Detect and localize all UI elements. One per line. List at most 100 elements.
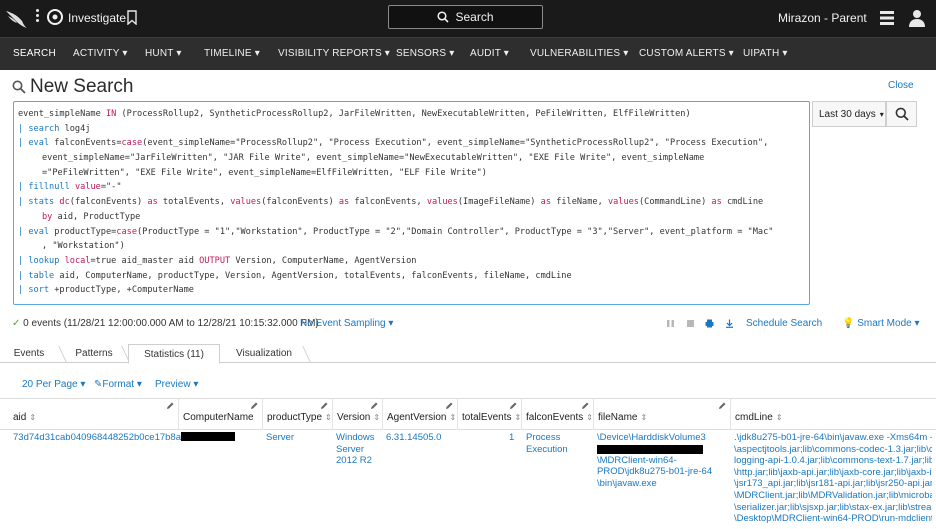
redaction-bar (597, 444, 703, 454)
edit-column-icon[interactable] (581, 402, 589, 410)
query-token: case (116, 226, 138, 237)
per-page-select[interactable]: 20 Per Page ▾ (22, 379, 85, 390)
column-header-computername[interactable]: ComputerName (178, 399, 262, 430)
app-menu-icon[interactable] (34, 9, 40, 25)
page-title: New Search (30, 76, 134, 97)
event-sampling-select[interactable]: No Event Sampling ▾ (300, 318, 393, 329)
schedule-search-link[interactable]: Schedule Search (746, 318, 822, 329)
query-token: fileName, (551, 197, 608, 208)
time-range-select[interactable]: Last 30 days ▾ (812, 101, 886, 127)
redaction-bar (181, 432, 235, 441)
export-icon[interactable] (725, 319, 734, 328)
nav-sensors[interactable]: SENSORS ▾ (396, 48, 455, 59)
query-token: as (711, 197, 722, 208)
column-header-cmdline[interactable]: cmdLine ⇕ (730, 399, 936, 430)
print-icon[interactable] (705, 319, 714, 328)
column-header-totalevents[interactable]: totalEvents ⇕ (457, 399, 521, 430)
run-search-button[interactable] (886, 101, 917, 127)
cell-falconevents[interactable]: Process Execution (526, 432, 568, 455)
cell-producttype[interactable]: Server (266, 432, 294, 444)
cell-aid[interactable]: 73d74d31cab040968448252b0ce17b8a (13, 432, 181, 444)
tab-patterns[interactable]: Patterns (64, 344, 124, 363)
close-link[interactable]: Close (888, 80, 914, 91)
query-token: | (18, 182, 29, 193)
column-header-agentversion[interactable]: AgentVersion ⇕ (382, 399, 457, 430)
edit-column-icon[interactable] (320, 402, 328, 410)
edit-column-icon[interactable] (445, 402, 453, 410)
cell-filename[interactable]: \Device\HarddiskVolume3 \MDRClient-win64… (597, 432, 715, 489)
check-icon: ✓ (12, 318, 21, 329)
stop-icon[interactable] (686, 319, 695, 328)
query-token: aid, ComputerName, productType, Version,… (54, 270, 572, 281)
column-header-producttype[interactable]: productType ⇕ (262, 399, 332, 430)
format-select[interactable]: ✎Format ▾ (94, 379, 142, 390)
edit-column-icon[interactable] (166, 402, 174, 410)
tenant-selector[interactable]: Mirazon - Parent (778, 11, 867, 25)
query-token: eval (28, 138, 50, 149)
falcon-logo-icon[interactable] (5, 7, 29, 29)
nav-activity[interactable]: ACTIVITY ▾ (73, 48, 128, 59)
pause-icon[interactable] (666, 319, 675, 328)
column-header-falconevents[interactable]: falconEvents ⇕ (521, 399, 593, 430)
user-icon[interactable] (907, 8, 927, 28)
search-icon (437, 11, 450, 23)
query-line: event_simpleName IN (ProcessRollup2, Syn… (18, 107, 809, 122)
query-token: | (18, 270, 29, 281)
query-token: (event_simpleName="ProcessRollup2", "Pro… (142, 138, 769, 149)
query-token: lookup (28, 255, 60, 266)
query-token: IN (105, 109, 117, 119)
nav-timeline[interactable]: TIMELINE ▾ (204, 48, 260, 59)
cell-totalevents[interactable]: 1 (509, 432, 514, 444)
cell-agentversion[interactable]: 6.31.14505.0 (386, 432, 441, 444)
query-token: (ProcessRollup2, SyntheticProcessRollup2… (116, 109, 691, 119)
query-token: ="-" (100, 182, 122, 193)
tab-statistics[interactable]: Statistics (11) (128, 344, 220, 364)
query-line: | lookup local=true aid_master aid OUTPU… (18, 254, 809, 269)
tab-visualization[interactable]: Visualization (222, 344, 306, 363)
query-token: as (338, 197, 350, 208)
nav-vulnerabilities[interactable]: VULNERABILITIES ▾ (530, 48, 628, 59)
query-line: , "Workstation") (18, 239, 809, 254)
query-token: | (18, 138, 29, 149)
query-token: | (18, 197, 29, 208)
nav-hunt[interactable]: HUNT ▾ (145, 48, 182, 59)
bookmark-icon[interactable] (126, 10, 138, 25)
column-header-version[interactable]: Version ⇕ (332, 399, 382, 430)
query-token: value (74, 182, 101, 193)
edit-column-icon[interactable] (370, 402, 378, 410)
nav-search[interactable]: SEARCH (13, 48, 56, 59)
edit-column-icon[interactable] (718, 402, 726, 410)
query-token: , "Workstation") (42, 241, 125, 252)
query-editor[interactable]: event_simpleName IN (ProcessRollup2, Syn… (13, 101, 810, 305)
global-search-button[interactable]: Search (388, 5, 543, 29)
column-header-aid[interactable]: aid ⇕ (9, 399, 178, 430)
tab-events[interactable]: Events (0, 344, 58, 363)
edit-column-icon[interactable] (509, 402, 517, 410)
nav-visibility-reports[interactable]: VISIBILITY REPORTS ▾ (278, 48, 390, 59)
nav-uipath[interactable]: UIPATH ▾ (743, 48, 788, 59)
query-token: by (42, 211, 53, 222)
query-token: event_simpleName="JarFileWritten", "JAR … (42, 153, 705, 164)
query-token: as (147, 197, 158, 208)
nav-custom-alerts[interactable]: CUSTOM ALERTS ▾ (639, 48, 734, 59)
support-icon[interactable] (878, 9, 896, 27)
column-header-filename[interactable]: fileName ⇕ (593, 399, 730, 430)
cell-version[interactable]: Windows Server 2012 R2 (336, 432, 375, 467)
query-token: Version, ComputerName, AgentVersion (230, 255, 417, 266)
query-line: | search log4j (18, 122, 809, 137)
query-token: falconEvents= (49, 138, 122, 149)
query-token: values (230, 197, 262, 208)
cell-cmdline[interactable]: .\jdk8u275-b01-jre-64\bin\javaw.exe -Xms… (734, 432, 932, 525)
search-mode-select[interactable]: 💡 Smart Mode ▾ (842, 318, 920, 329)
query-token: (ProductType = "1","Workstation", Produc… (137, 226, 774, 237)
query-token: falconEvents, (349, 197, 427, 208)
query-token: | (18, 255, 29, 266)
cell-computername-redacted (181, 432, 235, 441)
preview-select[interactable]: Preview ▾ (155, 379, 198, 390)
query-line: | table aid, ComputerName, productType, … (18, 269, 809, 284)
query-token: search (28, 123, 60, 134)
query-token: case (121, 138, 143, 149)
edit-column-icon[interactable] (250, 402, 258, 410)
nav-audit[interactable]: AUDIT ▾ (470, 48, 509, 59)
query-token: event_simpleName (18, 109, 106, 119)
